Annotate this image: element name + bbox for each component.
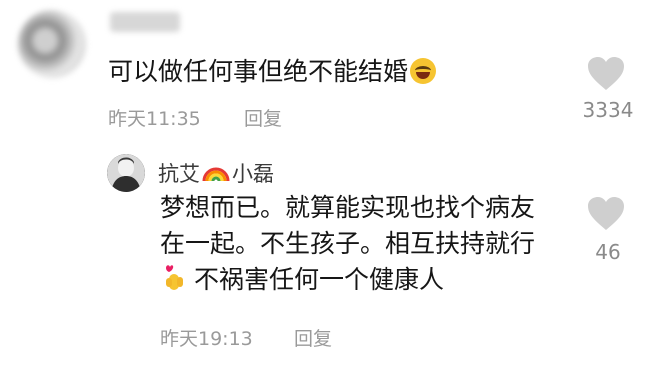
heart-fingers-icon: [160, 264, 188, 294]
like-count: 3334: [582, 98, 634, 122]
username-part2: 小磊: [232, 162, 274, 186]
reply-text-line: 梦想而已。就算能实现也找个病友: [160, 193, 536, 222]
like-heart-icon[interactable]: [586, 56, 626, 96]
reply-button[interactable]: 回复: [244, 104, 282, 131]
rainbow-icon: [202, 164, 230, 182]
like-count: 46: [595, 240, 621, 264]
reply-text: 梦想而已。就算能实现也找个病友 在一起。不生孩子。相互扶持就行 不祸害任何一个健…: [160, 190, 600, 298]
reply-text-line: 在一起。不生孩子。相互扶持就行: [160, 229, 536, 258]
like-heart-icon[interactable]: [586, 196, 626, 236]
laughing-emoji-icon: [410, 58, 437, 84]
reply-text-line-content: 不祸害任何一个健康人: [194, 265, 445, 294]
reply-button[interactable]: 回复: [294, 324, 332, 351]
blurred-username[interactable]: [110, 12, 180, 32]
comment-text-content: 可以做任何事但绝不能结婚: [108, 57, 409, 86]
reply-text-line-3: 不祸害任何一个健康人: [160, 262, 600, 298]
avatar[interactable]: [18, 10, 86, 78]
reply-username[interactable]: 抗艾 小磊: [158, 158, 274, 188]
comment-time: 昨天11:35: [108, 108, 201, 130]
username-part1: 抗艾: [158, 162, 200, 186]
reply-time: 昨天19:13: [160, 328, 253, 350]
comment-text: 可以做任何事但绝不能结婚: [108, 55, 437, 89]
reply-avatar[interactable]: [107, 154, 145, 192]
